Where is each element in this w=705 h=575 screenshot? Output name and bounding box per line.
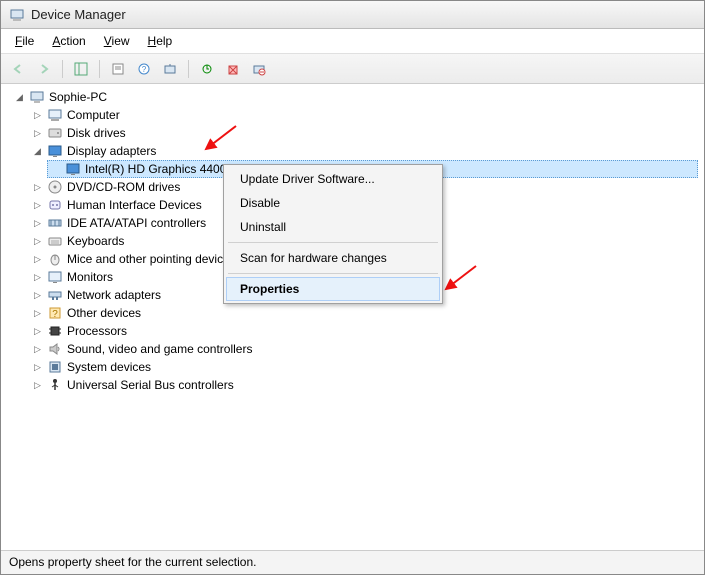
tree-category-label: Mice and other pointing devices: [67, 252, 236, 266]
computer-icon: [29, 89, 45, 105]
system-icon: [47, 359, 63, 375]
menubar: File Action View Help: [1, 29, 704, 54]
menu-file[interactable]: File: [7, 32, 42, 50]
sound-icon: [47, 341, 63, 357]
context-menu-disable[interactable]: Disable: [226, 191, 440, 215]
expand-icon[interactable]: ▷: [32, 326, 43, 337]
expand-icon[interactable]: ▷: [32, 362, 43, 373]
help-button[interactable]: ?: [133, 58, 155, 80]
window-title: Device Manager: [31, 7, 126, 22]
titlebar: Device Manager: [1, 1, 704, 29]
context-menu: Update Driver Software...DisableUninstal…: [223, 164, 443, 304]
tree-category-other-devices[interactable]: ▷? Other devices: [29, 304, 698, 322]
show-console-tree-button[interactable]: [70, 58, 92, 80]
expand-icon[interactable]: ▷: [32, 128, 43, 139]
toolbar-separator: [62, 60, 63, 78]
tree-category-disk-drives[interactable]: ▷ Disk drives: [29, 124, 698, 142]
network-icon: [47, 287, 63, 303]
tree-category-label: Other devices: [67, 306, 141, 320]
context-menu-uninstall[interactable]: Uninstall: [226, 215, 440, 239]
back-button[interactable]: [7, 58, 29, 80]
other-icon: ?: [47, 305, 63, 321]
ide-icon: [47, 215, 63, 231]
expand-icon[interactable]: ▷: [32, 236, 43, 247]
expand-icon[interactable]: ▷: [32, 272, 43, 283]
computer-icon: [47, 107, 63, 123]
tree-category-computer[interactable]: ▷ Computer: [29, 106, 698, 124]
update-driver-button[interactable]: [196, 58, 218, 80]
expand-icon[interactable]: ▷: [32, 308, 43, 319]
tree-category-universal-serial-bus-controllers[interactable]: ▷ Universal Serial Bus controllers: [29, 376, 698, 394]
usb-icon: [47, 377, 63, 393]
expand-icon[interactable]: ▷: [32, 182, 43, 193]
tree-category-sound-video-and-game-controllers[interactable]: ▷ Sound, video and game controllers: [29, 340, 698, 358]
tree-category-label: Monitors: [67, 270, 113, 284]
statusbar: Opens property sheet for the current sel…: [1, 550, 704, 574]
tree-category-label: Processors: [67, 324, 127, 338]
device-tree-area[interactable]: ◢ Sophie-PC ▷ Computer ▷ Disk drives ◢ Display …: [1, 84, 704, 550]
expand-icon[interactable]: ▷: [32, 344, 43, 355]
device-manager-icon: [9, 7, 25, 23]
tree-category-label: Display adapters: [67, 144, 156, 158]
properties-button[interactable]: [107, 58, 129, 80]
processor-icon: [47, 323, 63, 339]
menu-view[interactable]: View: [96, 32, 138, 50]
tree-category-label: Sound, video and game controllers: [67, 342, 252, 356]
context-menu-update-driver-software[interactable]: Update Driver Software...: [226, 167, 440, 191]
monitor-icon: [47, 269, 63, 285]
tree-category-display-adapters[interactable]: ◢ Display adapters: [29, 142, 698, 160]
tree-category-label: Human Interface Devices: [67, 198, 202, 212]
tree-category-label: DVD/CD-ROM drives: [67, 180, 180, 194]
toolbar-separator: [188, 60, 189, 78]
collapse-icon[interactable]: ◢: [32, 146, 43, 157]
tree-root-label: Sophie-PC: [49, 90, 107, 104]
menu-help[interactable]: Help: [140, 32, 181, 50]
collapse-icon[interactable]: ◢: [14, 92, 25, 103]
tree-category-label: System devices: [67, 360, 151, 374]
disable-button[interactable]: [248, 58, 270, 80]
svg-text:?: ?: [142, 65, 147, 74]
disk-icon: [47, 125, 63, 141]
cdrom-icon: [47, 179, 63, 195]
expand-icon[interactable]: ▷: [32, 110, 43, 121]
toolbar: ?: [1, 54, 704, 84]
svg-text:?: ?: [52, 309, 58, 320]
expand-icon[interactable]: ▷: [32, 290, 43, 301]
tree-category-label: IDE ATA/ATAPI controllers: [67, 216, 206, 230]
expand-icon[interactable]: ▷: [32, 218, 43, 229]
scan-hardware-button[interactable]: [159, 58, 181, 80]
expand-icon[interactable]: ▷: [32, 254, 43, 265]
hid-icon: [47, 197, 63, 213]
tree-item-label: Intel(R) HD Graphics 4400: [85, 162, 226, 176]
display-icon: [47, 143, 63, 159]
menu-action[interactable]: Action: [44, 32, 93, 50]
tree-category-label: Keyboards: [67, 234, 124, 248]
tree-category-processors[interactable]: ▷ Processors: [29, 322, 698, 340]
tree-category-label: Computer: [67, 108, 120, 122]
tree-category-system-devices[interactable]: ▷ System devices: [29, 358, 698, 376]
context-menu-properties[interactable]: Properties: [226, 277, 440, 301]
statusbar-text: Opens property sheet for the current sel…: [9, 555, 256, 569]
context-menu-separator: [228, 242, 438, 243]
uninstall-button[interactable]: [222, 58, 244, 80]
tree-category-label: Universal Serial Bus controllers: [67, 378, 234, 392]
display-icon: [65, 161, 81, 177]
tree-category-label: Network adapters: [67, 288, 161, 302]
expand-icon[interactable]: ▷: [32, 200, 43, 211]
context-menu-scan-for-hardware-changes[interactable]: Scan for hardware changes: [226, 246, 440, 270]
keyboard-icon: [47, 233, 63, 249]
toolbar-separator: [99, 60, 100, 78]
mouse-icon: [47, 251, 63, 267]
context-menu-separator: [228, 273, 438, 274]
tree-category-label: Disk drives: [67, 126, 126, 140]
forward-button[interactable]: [33, 58, 55, 80]
tree-root[interactable]: ◢ Sophie-PC: [11, 88, 698, 106]
expand-icon[interactable]: ▷: [32, 380, 43, 391]
